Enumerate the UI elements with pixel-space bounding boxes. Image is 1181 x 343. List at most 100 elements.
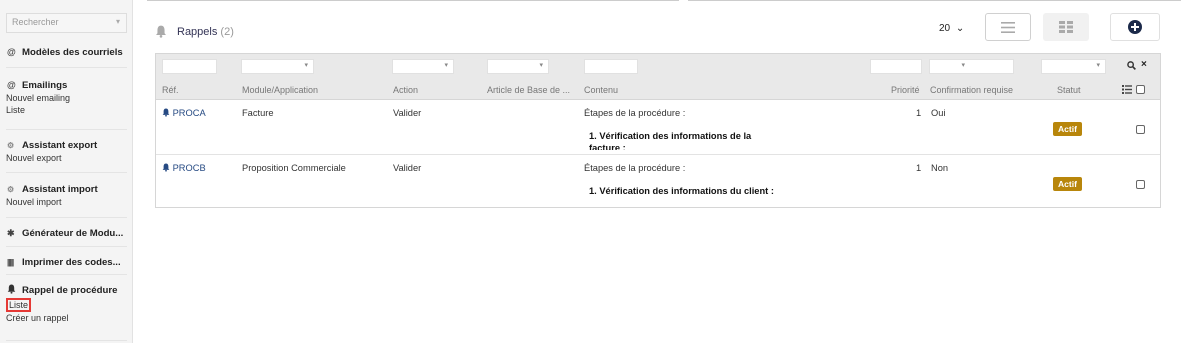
- menu-title-import[interactable]: ⚙ Assistant import: [6, 182, 127, 196]
- menu-title-label: Emailings: [22, 79, 68, 91]
- menu-export: ⚙ Assistant export Nouvel export: [6, 133, 127, 173]
- gears-icon: ⚙: [7, 140, 15, 150]
- menu-title-label: Modèles des courriels: [22, 46, 123, 58]
- menu-title-emailings[interactable]: @ Emailings: [6, 78, 127, 92]
- col-header-confirmation[interactable]: Confirmation requise: [930, 85, 1013, 95]
- menu-title-generator[interactable]: ✱ Générateur de Modu...: [6, 226, 127, 240]
- sidebar: Rechercher ▾ @ Modèles des courriels @ E…: [0, 0, 133, 343]
- at-icon: @: [7, 47, 16, 57]
- confirmation-cell: Non: [931, 163, 949, 173]
- menu-title-label: Générateur de Modu...: [22, 227, 124, 239]
- filter-ref-input[interactable]: [162, 59, 217, 74]
- col-header-priorite[interactable]: Priorité: [891, 85, 920, 95]
- page-title-label: Rappels: [177, 26, 218, 38]
- menu-item-nouvel-export[interactable]: Nouvel export: [6, 152, 127, 164]
- list-icon: [1001, 21, 1015, 33]
- page-title-count: (2): [220, 26, 234, 38]
- bell-icon: [155, 25, 167, 41]
- col-header-statut[interactable]: Statut: [1057, 85, 1081, 95]
- page-title: Rappels (2): [177, 26, 234, 38]
- contenu-cell: Étapes de la procédure : 1. Vérification…: [584, 163, 774, 205]
- chevron-down-icon: ▾: [115, 17, 120, 26]
- menu-title-export[interactable]: ⚙ Assistant export: [6, 138, 127, 152]
- menu-title-modeles[interactable]: @ Modèles des courriels: [6, 45, 127, 59]
- top-divider-right: [688, 0, 1181, 1]
- rappels-table: ▾ ▾ ▾ ▾ ▾ × Réf. Module/Application Acti…: [155, 53, 1161, 208]
- filter-row: ▾ ▾ ▾ ▾ ▾ ×: [156, 54, 1160, 80]
- menu-item-creer-rappel[interactable]: Créer un rappel: [6, 312, 127, 324]
- filter-contenu-input[interactable]: [584, 59, 638, 74]
- ref-link[interactable]: PROCB: [162, 163, 206, 173]
- select-all-checkbox[interactable]: [1136, 85, 1145, 94]
- search-placeholder: Rechercher: [12, 17, 59, 27]
- chevron-down-icon: ▾: [1096, 62, 1100, 69]
- filter-module-select[interactable]: ▾: [241, 59, 314, 74]
- bell-icon: [162, 163, 170, 172]
- col-header-article[interactable]: Article de Base de ...: [487, 85, 577, 95]
- plus-circle-icon: [1128, 20, 1142, 34]
- module-cell: Facture: [242, 108, 274, 118]
- chevron-down-icon: ⌄: [955, 23, 965, 34]
- barcode-icon: |||||: [7, 257, 14, 267]
- row-checkbox[interactable]: [1136, 125, 1145, 134]
- priority-cell: 1: [916, 163, 922, 173]
- filter-statut-select[interactable]: ▾: [1041, 59, 1106, 74]
- grid-icon: [1059, 21, 1073, 33]
- ref-link[interactable]: PROCA: [162, 108, 206, 118]
- filter-priorite-input[interactable]: [870, 59, 922, 74]
- header-row: Réf. Module/Application Action Article d…: [156, 80, 1160, 100]
- contenu-title: Étapes de la procédure :: [584, 108, 686, 118]
- filter-article-select[interactable]: ▾: [487, 59, 549, 74]
- menu-barcodes: ||||| Imprimer des codes...: [6, 250, 127, 275]
- table-row: PROCB Proposition Commerciale Valider Ét…: [156, 156, 1160, 210]
- select-list-icon[interactable]: [1122, 85, 1132, 97]
- menu-title-rappel[interactable]: Rappel de procédure: [6, 283, 127, 297]
- search-icon[interactable]: [1127, 61, 1136, 73]
- per-page-select[interactable]: 20 ⌄: [934, 18, 972, 40]
- priority-cell: 1: [916, 108, 922, 118]
- bell-icon: [162, 108, 170, 117]
- col-header-ref[interactable]: Réf.: [162, 85, 179, 95]
- list-view-button[interactable]: [985, 13, 1031, 41]
- menu-title-label: Rappel de procédure: [22, 284, 118, 296]
- chevron-down-icon: ▾: [539, 62, 543, 69]
- contenu-cell: Étapes de la procédure : 1. Vérification…: [584, 108, 774, 150]
- menu-item-nouvel-import[interactable]: Nouvel import: [6, 196, 127, 208]
- filter-confirmation-select[interactable]: ▾: [929, 59, 1014, 74]
- menu-title-barcodes[interactable]: ||||| Imprimer des codes...: [6, 255, 127, 269]
- menu-rappel: Rappel de procédure Liste Créer un rappe…: [6, 278, 127, 341]
- chevron-down-icon: ▾: [304, 62, 308, 69]
- status-badge: Actif: [1053, 122, 1082, 136]
- menu-item-liste-rappels[interactable]: Liste: [6, 298, 32, 312]
- action-cell: Valider: [393, 108, 422, 118]
- menu-emailings: @ Emailings Nouvel emailing Liste: [6, 72, 127, 130]
- menu-import: ⚙ Assistant import Nouvel import: [6, 176, 127, 218]
- kanban-view-button[interactable]: [1043, 13, 1089, 41]
- gears-icon: ⚙: [7, 184, 15, 194]
- contenu-step: 1. Vérification des informations du clie…: [589, 186, 774, 196]
- table-row: PROCA Facture Valider Étapes de la procé…: [156, 101, 1160, 155]
- ref-label: PROCA: [172, 108, 206, 118]
- filter-action-select[interactable]: ▾: [392, 59, 454, 74]
- col-header-contenu[interactable]: Contenu: [584, 85, 618, 95]
- menu-title-label: Imprimer des codes...: [22, 256, 121, 268]
- menu-modeles: @ Modèles des courriels: [6, 41, 127, 68]
- col-header-action[interactable]: Action: [393, 85, 418, 95]
- add-rappel-button[interactable]: [1110, 13, 1160, 41]
- row-checkbox[interactable]: [1136, 180, 1145, 189]
- menu-item-nouvel-emailing[interactable]: Nouvel emailing: [6, 92, 127, 104]
- menu-item-liste-emailings[interactable]: Liste: [6, 104, 127, 116]
- module-cell: Proposition Commerciale: [242, 163, 346, 173]
- chevron-down-icon: ▾: [444, 62, 448, 69]
- bug-icon: ✱: [7, 227, 15, 238]
- menu-title-label: Assistant export: [22, 139, 98, 151]
- ref-label: PROCB: [172, 163, 206, 173]
- at-icon: @: [7, 80, 16, 90]
- action-cell: Valider: [393, 163, 422, 173]
- chevron-down-icon: ▾: [961, 62, 965, 69]
- col-header-module[interactable]: Module/Application: [242, 85, 318, 95]
- sidebar-search-select[interactable]: Rechercher ▾: [6, 13, 127, 33]
- menu-title-label: Assistant import: [22, 183, 98, 195]
- contenu-title: Étapes de la procédure :: [584, 163, 686, 173]
- clear-filter-icon[interactable]: ×: [1141, 59, 1147, 70]
